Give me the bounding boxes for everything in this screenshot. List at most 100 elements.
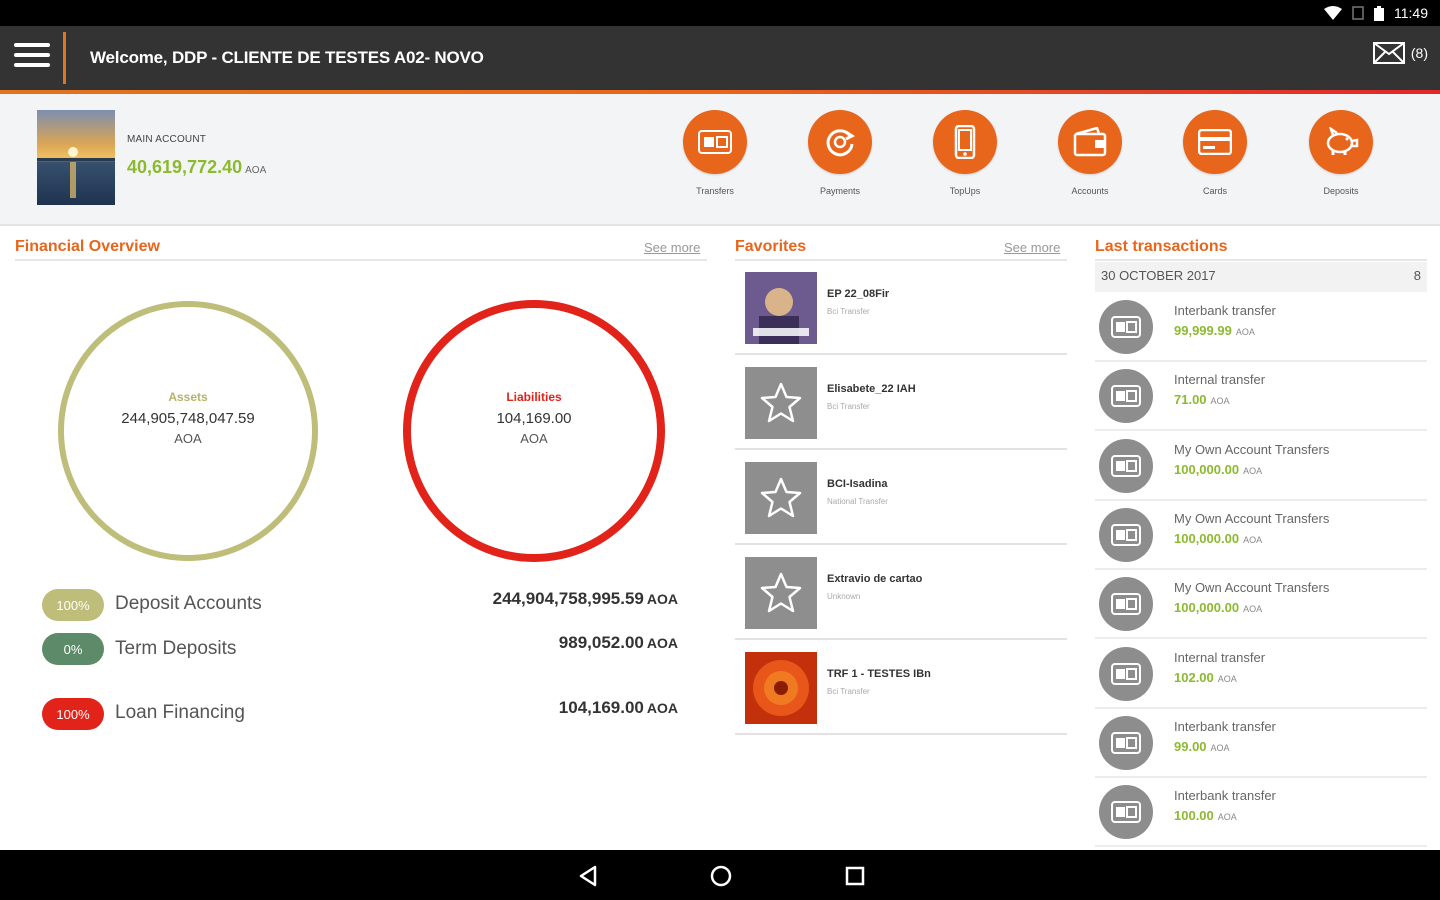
transaction-amount: 100,000.00 AOA xyxy=(1174,531,1262,546)
assets-currency: AOA xyxy=(174,431,202,446)
quick-action-cards[interactable]: Cards xyxy=(1170,110,1260,196)
favorite-item[interactable]: Elisabete_22 IAH Bci Transfer xyxy=(735,355,1067,450)
amount-currency: AOA xyxy=(1217,812,1237,823)
liabilities-label: Liabilities xyxy=(506,390,562,404)
quick-action-label: Accounts xyxy=(1071,186,1109,196)
transaction-name: Interbank transfer xyxy=(1174,303,1276,318)
favorites-see-more[interactable]: See more xyxy=(1004,240,1060,255)
amount-currency: AOA xyxy=(1235,327,1255,337)
transaction-amount: 100,000.00 AOA xyxy=(1174,462,1262,477)
section-divider xyxy=(1095,259,1427,261)
loan-financing-label: Loan Financing xyxy=(115,702,245,723)
favorite-name: Extravio de cartao xyxy=(827,573,923,585)
favorite-thumbnail xyxy=(745,272,817,344)
transaction-name: My Own Account Transfers xyxy=(1174,510,1330,526)
amount-value: 100,000.00 xyxy=(1174,530,1240,546)
assets-label: Assets xyxy=(168,390,208,404)
loan-financing-amount: 104,169.00 AOA xyxy=(559,698,678,718)
hamburger-menu-icon[interactable] xyxy=(14,43,50,73)
favorite-item[interactable]: EP 22_08Fir Bci Transfer xyxy=(735,260,1067,355)
transaction-row[interactable]: Internal transfer 102.00 AOA xyxy=(1095,640,1427,709)
transfer-icon xyxy=(1099,785,1153,840)
favorite-type: Bci Transfer xyxy=(827,687,870,696)
quick-action-topups[interactable]: TopUps xyxy=(920,110,1010,196)
amount-value: 99,999.99 xyxy=(1174,323,1232,338)
main-account-label: MAIN ACCOUNT xyxy=(127,134,207,145)
quick-action-transfers[interactable]: Transfers xyxy=(670,110,760,196)
favorite-thumbnail xyxy=(745,652,817,724)
quick-action-label: Payments xyxy=(819,186,861,196)
amount-value: 100,000.00 xyxy=(1174,461,1240,477)
transaction-row[interactable]: My Own Account Transfers 100,000.00 AOA xyxy=(1095,570,1427,640)
transaction-name: My Own Account Transfers xyxy=(1174,580,1330,596)
favorite-name: BCI-Isadina xyxy=(827,478,888,490)
deposit-accounts-label: Deposit Accounts xyxy=(115,593,262,614)
amount-currency: AOA xyxy=(1210,396,1230,407)
app-header: Welcome, DDP - CLIENTE DE TESTES A02- NO… xyxy=(0,26,1440,94)
topups-circle xyxy=(933,110,997,174)
quick-action-label: Cards xyxy=(1202,186,1227,196)
quick-action-label: Transfers xyxy=(696,186,734,196)
transaction-name: Interbank transfer xyxy=(1174,788,1276,804)
payments-circle xyxy=(808,110,872,174)
transactions-count: 8 xyxy=(1413,268,1421,283)
status-time: 11:49 xyxy=(1394,5,1428,21)
account-photo[interactable] xyxy=(37,110,115,205)
favorite-name: TRF 1 - TESTES IBn xyxy=(827,668,931,680)
transactions-title: Last transactions xyxy=(1095,238,1228,255)
quick-action-accounts[interactable]: Accounts xyxy=(1045,110,1135,196)
messages-button[interactable]: (8) xyxy=(1372,42,1428,64)
amount-value: 71.00 xyxy=(1174,392,1207,408)
quick-action-deposits[interactable]: Deposits xyxy=(1296,110,1386,196)
favorite-item[interactable]: TRF 1 - TESTES IBn Bci Transfer xyxy=(735,640,1067,735)
amount-value: 244,904,758,995.59 xyxy=(492,589,644,608)
transaction-row[interactable]: Interbank transfer 99,999.99 AOA xyxy=(1095,293,1427,362)
amount-currency: AOA xyxy=(1210,742,1230,753)
amount-currency: AOA xyxy=(646,700,678,716)
star-icon xyxy=(745,557,817,629)
financial-overview-title: Financial Overview xyxy=(15,238,160,255)
liabilities-currency: AOA xyxy=(520,431,548,446)
transaction-row[interactable]: Interbank transfer 99.00 AOA xyxy=(1095,709,1427,778)
deposit-accounts-pct: 100% xyxy=(42,589,104,621)
favorite-name: Elisabete_22 IAH xyxy=(827,383,916,395)
transaction-row[interactable]: Interbank transfer 100.00 AOA xyxy=(1095,778,1427,848)
quick-action-label: Deposits xyxy=(1323,186,1359,196)
amount-value: 989,052.00 xyxy=(558,633,644,652)
amount-value: 104,169.00 xyxy=(558,698,644,717)
liabilities-value: 104,169.00 xyxy=(496,410,572,427)
transaction-row[interactable]: My Own Account Transfers 100,000.00 AOA xyxy=(1095,432,1427,501)
quick-action-label: TopUps xyxy=(949,186,981,196)
favorite-item[interactable]: Extravio de cartao Unknown xyxy=(735,545,1067,640)
quick-action-payments[interactable]: Payments xyxy=(795,110,885,196)
term-deposits-pct: 0% xyxy=(42,633,104,665)
wallet-icon xyxy=(1073,127,1107,157)
system-nav-bar xyxy=(0,850,1440,900)
term-deposits-amount: 989,052.00 AOA xyxy=(559,633,678,653)
amount-value: 102.00 xyxy=(1174,669,1214,685)
favorite-type: Bci Transfer xyxy=(827,307,870,316)
amount-currency: AOA xyxy=(1217,673,1237,684)
amount-currency: AOA xyxy=(1243,534,1263,545)
recents-icon[interactable] xyxy=(842,863,868,889)
wifi-icon xyxy=(1324,6,1342,20)
card-icon xyxy=(1198,129,1232,155)
back-icon[interactable] xyxy=(576,863,602,889)
transaction-row[interactable]: Internal transfer 71.00 AOA xyxy=(1095,362,1427,432)
amount-value: 100,000.00 xyxy=(1174,600,1240,616)
transaction-name: Internal transfer xyxy=(1174,372,1266,388)
welcome-text: Welcome, DDP - CLIENTE DE TESTES A02- NO… xyxy=(90,48,484,67)
financial-overview-see-more[interactable]: See more xyxy=(644,240,700,255)
payment-icon xyxy=(826,129,855,157)
favorite-item[interactable]: BCI-Isadina National Transfer xyxy=(735,450,1067,545)
transaction-name: My Own Account Transfers xyxy=(1174,441,1330,457)
transaction-row[interactable]: My Own Account Transfers 100,000.00 AOA xyxy=(1095,501,1427,570)
transactions-date-header: 30 OCTOBER 2017 8 xyxy=(1095,262,1427,292)
transfer-icon xyxy=(1099,577,1153,632)
home-icon[interactable] xyxy=(708,863,734,889)
transfers-circle xyxy=(683,110,747,174)
star-icon xyxy=(745,367,817,439)
transfer-icon xyxy=(1099,646,1153,701)
transaction-amount: 102.00 AOA xyxy=(1174,670,1237,685)
favorite-name: EP 22_08Fir xyxy=(827,288,890,300)
